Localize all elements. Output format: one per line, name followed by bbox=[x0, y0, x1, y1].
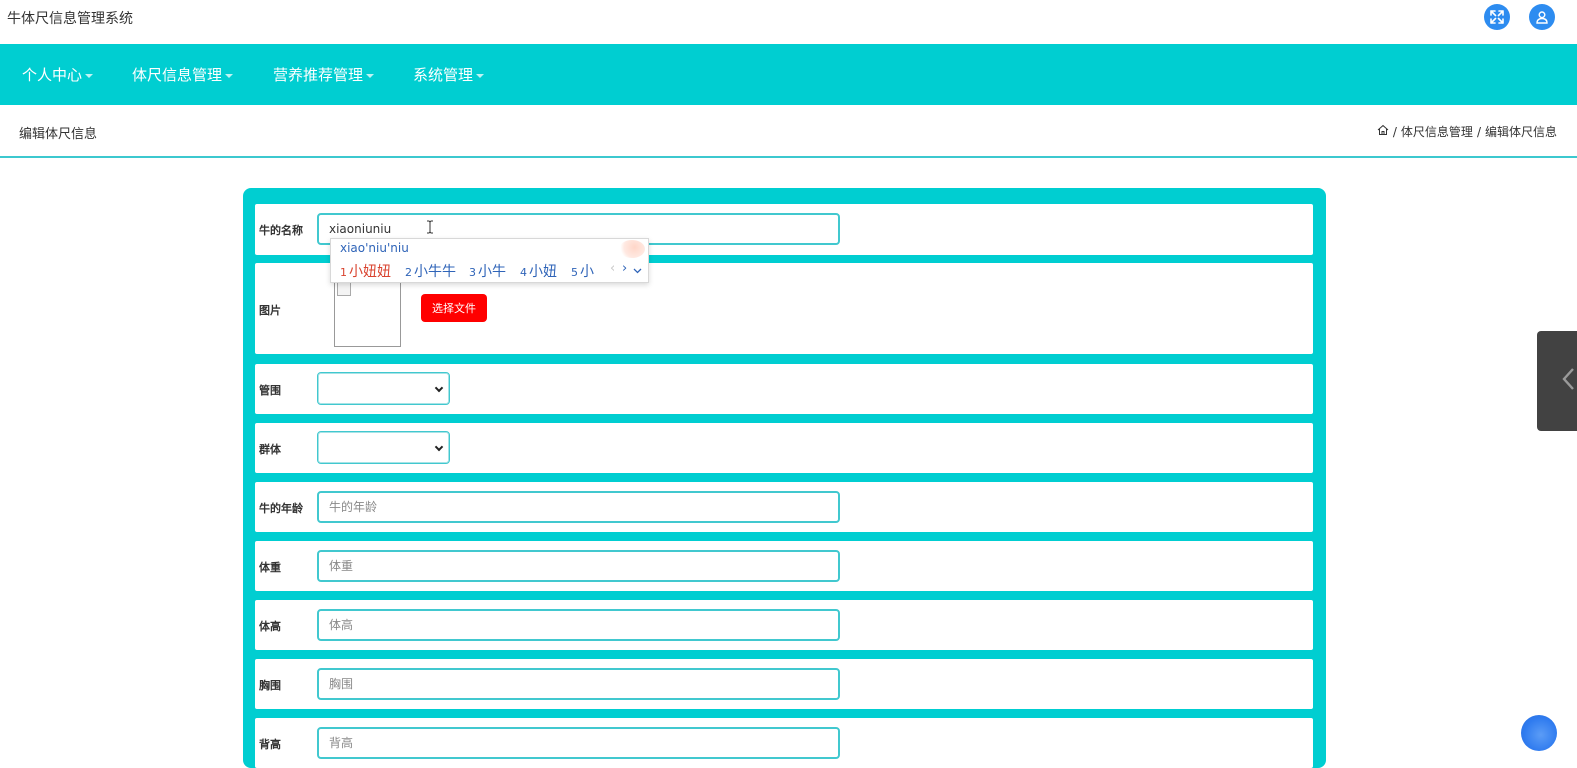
field-label: 体重 bbox=[259, 561, 281, 574]
choose-file-button[interactable]: 选择文件 bbox=[421, 294, 487, 322]
field-label: 胸围 bbox=[259, 679, 281, 692]
chevron-left-icon bbox=[1561, 366, 1577, 396]
field-label: 体高 bbox=[259, 620, 281, 633]
breadcrumb-item[interactable]: 体尺信息管理 bbox=[1401, 123, 1473, 140]
main-nav: 个人中心 体尺信息管理 营养推荐管理 系统管理 bbox=[0, 44, 1577, 105]
ime-candidate[interactable]: 2 小牛牛 bbox=[405, 261, 456, 281]
ime-candidate-popup: xiao'niu'niu 1 小妞妞 2 小牛牛 3 小牛 4 小妞 5小 ‹ › bbox=[330, 238, 649, 283]
user-avatar-icon[interactable] bbox=[1529, 4, 1555, 30]
page-title: 编辑体尺信息 bbox=[19, 127, 98, 142]
chevron-right-icon[interactable]: › bbox=[622, 261, 627, 276]
height-input[interactable] bbox=[317, 609, 840, 641]
chevron-down-icon bbox=[434, 442, 444, 452]
back-height-input[interactable] bbox=[317, 727, 840, 759]
breadcrumb: / 体尺信息管理 / 编辑体尺信息 bbox=[1377, 123, 1557, 140]
caret-down-icon bbox=[85, 73, 94, 78]
form-row-height: 体高 bbox=[255, 600, 1313, 650]
ime-pinyin: xiao'niu'niu bbox=[340, 241, 409, 255]
ime-candidate[interactable]: 1 小妞妞 bbox=[340, 261, 391, 281]
nav-item-body-size[interactable]: 体尺信息管理 bbox=[132, 64, 234, 85]
fullscreen-expand-icon[interactable] bbox=[1484, 4, 1510, 30]
text-cursor-icon bbox=[426, 220, 434, 238]
form-row-qunti: 群体 bbox=[255, 423, 1313, 473]
floating-assistant-button[interactable] bbox=[1521, 715, 1557, 751]
image-preview bbox=[334, 279, 401, 347]
ime-candidate[interactable]: 5小 bbox=[571, 261, 594, 281]
field-label: 管围 bbox=[259, 384, 281, 397]
page-header: 编辑体尺信息 / 体尺信息管理 / 编辑体尺信息 bbox=[0, 105, 1577, 158]
side-panel-toggle[interactable] bbox=[1537, 331, 1577, 431]
chevron-down-icon bbox=[434, 383, 444, 393]
breadcrumb-item-current: 编辑体尺信息 bbox=[1484, 125, 1557, 139]
nav-item-label: 系统管理 bbox=[413, 66, 474, 84]
chevron-down-icon[interactable] bbox=[633, 264, 642, 279]
breadcrumb-separator: / bbox=[1392, 124, 1397, 139]
weight-input[interactable] bbox=[317, 550, 840, 582]
guanwei-select[interactable] bbox=[317, 372, 450, 405]
field-label: 图片 bbox=[259, 304, 281, 317]
caret-down-icon bbox=[225, 73, 234, 78]
field-label: 背高 bbox=[259, 738, 281, 751]
caret-down-icon bbox=[366, 73, 375, 78]
nav-item-label: 个人中心 bbox=[22, 66, 83, 84]
nav-item-personal-center[interactable]: 个人中心 bbox=[22, 64, 94, 85]
breadcrumb-separator: / bbox=[1476, 124, 1481, 139]
form-row-back-height: 背高 bbox=[255, 718, 1313, 768]
form-row-guanwei: 管围 bbox=[255, 364, 1313, 414]
form-row-weight: 体重 bbox=[255, 541, 1313, 591]
form-row-chest: 胸围 bbox=[255, 659, 1313, 709]
age-input[interactable] bbox=[317, 491, 840, 523]
ime-candidate[interactable]: 4 小妞 bbox=[520, 261, 557, 281]
form-row-age: 牛的年龄 bbox=[255, 482, 1313, 532]
nav-item-label: 营养推荐管理 bbox=[273, 66, 364, 84]
ime-logo-icon bbox=[619, 240, 645, 258]
home-icon[interactable] bbox=[1377, 124, 1389, 139]
field-label: 牛的名称 bbox=[259, 224, 303, 237]
nav-item-label: 体尺信息管理 bbox=[132, 66, 223, 84]
chest-input[interactable] bbox=[317, 668, 840, 700]
field-label: 牛的年龄 bbox=[259, 502, 303, 515]
broken-image-icon bbox=[337, 282, 351, 296]
qunti-select[interactable] bbox=[317, 431, 450, 464]
top-bar: 牛体尺信息管理系统 bbox=[0, 0, 1577, 44]
app-title: 牛体尺信息管理系统 bbox=[7, 11, 133, 27]
ime-candidate[interactable]: 3 小牛 bbox=[469, 261, 506, 281]
nav-item-nutrition[interactable]: 营养推荐管理 bbox=[273, 64, 375, 85]
field-label: 群体 bbox=[259, 443, 281, 456]
chevron-left-icon[interactable]: ‹ bbox=[610, 261, 615, 276]
caret-down-icon bbox=[476, 73, 485, 78]
nav-item-system[interactable]: 系统管理 bbox=[413, 64, 485, 85]
